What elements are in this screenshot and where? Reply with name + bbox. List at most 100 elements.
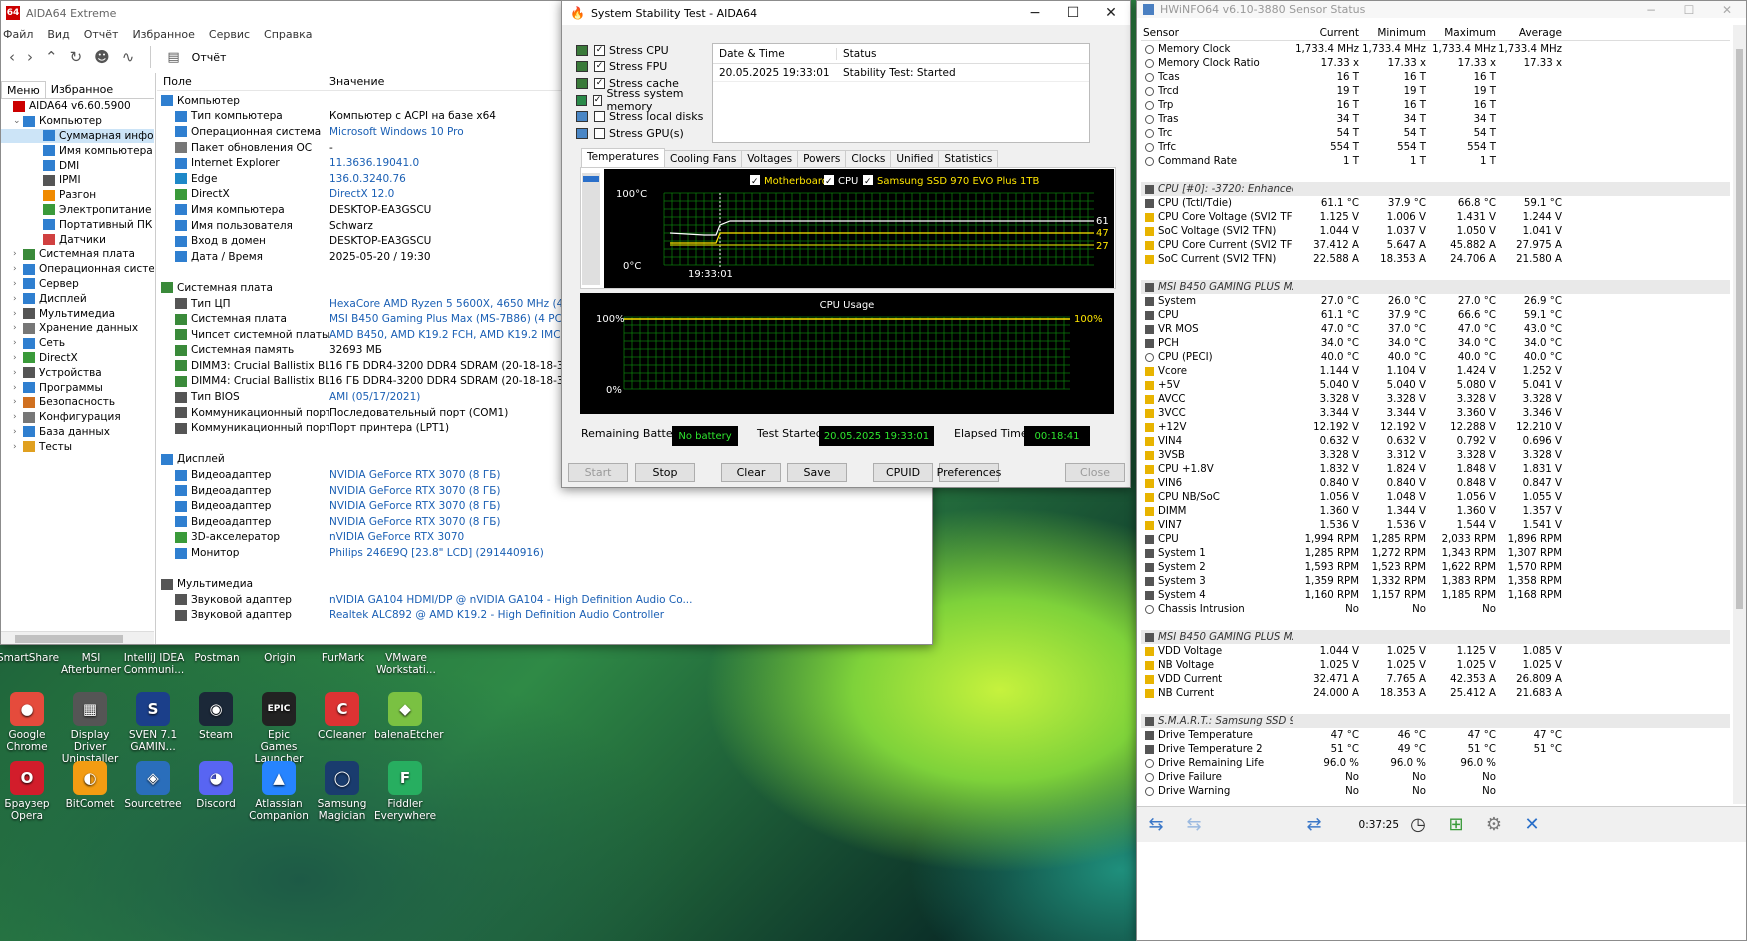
desktop-icon-label[interactable]: Postman <box>183 652 251 664</box>
desktop-shortcut[interactable]: ◈ Sourcetree <box>122 761 184 810</box>
sensor-row[interactable]: Command Rate 1 T 1 T 1 T <box>1141 154 1730 168</box>
close-window-button[interactable]: ✕ <box>1708 3 1746 17</box>
stress-option[interactable]: Stress local disks <box>576 108 716 125</box>
close-window-button[interactable]: ✕ <box>1092 5 1130 21</box>
graph-scroll-thumb[interactable] <box>583 176 599 182</box>
sensor-row[interactable]: Memory Clock Ratio 17.33 x 17.33 x 17.33 x 1… <box>1141 56 1730 70</box>
detail-row[interactable]: Видеоадаптер NVIDIA GeForce RTX 3070 (8 Г… <box>161 514 931 530</box>
menu-item[interactable]: Справка <box>264 28 312 41</box>
tree-expander-icon[interactable]: › <box>13 368 23 378</box>
sensor-row[interactable]: 3VCC 3.344 V 3.344 V 3.360 V 3.346 V <box>1141 406 1730 420</box>
menu-item[interactable]: Вид <box>47 28 69 41</box>
desktop-shortcut[interactable]: ◐ BitComet <box>59 761 121 810</box>
tree-item[interactable]: AIDA64 v6.60.5900 <box>1 99 154 114</box>
stress-checkbox[interactable]: ✓ <box>592 94 603 106</box>
sensor-row[interactable]: +12V 12.192 V 12.192 V 12.288 V 12.210 V <box>1141 420 1730 434</box>
tree-item[interactable]: Имя компьютера <box>1 143 154 158</box>
report-add-icon[interactable]: ⊞ <box>1437 810 1475 840</box>
minimize-button[interactable]: − <box>1632 3 1670 17</box>
sensor-row[interactable]: Vcore 1.144 V 1.104 V 1.424 V 1.252 V <box>1141 364 1730 378</box>
tab-temperatures[interactable]: Temperatures <box>581 148 665 167</box>
tree-expander-icon[interactable]: › <box>13 442 23 452</box>
up-icon[interactable]: ⌃ <box>45 48 58 66</box>
stress-option[interactable]: ✓ Stress system memory <box>576 87 716 113</box>
tree-item[interactable]: Электропитание <box>1 203 154 218</box>
sensor-row[interactable]: +5V 5.040 V 5.040 V 5.080 V 5.041 V <box>1141 378 1730 392</box>
sensor-row[interactable]: CPU 61.1 °C 37.9 °C 66.6 °C 59.1 °C <box>1141 308 1730 322</box>
detail-row[interactable]: Видеоадаптер NVIDIA GeForce RTX 3070 (8 Г… <box>161 498 931 514</box>
desktop-icon-label[interactable]: VMware Workstati... <box>372 652 440 676</box>
back-icon[interactable]: ‹ <box>9 48 15 66</box>
sensor-row[interactable]: Tras 34 T 34 T 34 T <box>1141 112 1730 126</box>
desktop-shortcut[interactable]: C CCleaner <box>311 692 373 741</box>
sensor-row[interactable]: SoC Current (SVI2 TFN) 22.588 A 18.353 A 24… <box>1141 252 1730 266</box>
tree-horizontal-scrollbar[interactable] <box>1 631 154 644</box>
sensor-row[interactable]: PCH 34.0 °C 34.0 °C 34.0 °C 34.0 °C <box>1141 336 1730 350</box>
tab-favorites[interactable]: Избранное <box>46 81 118 98</box>
sensor-row[interactable]: System 2 1,593 RPM 1,523 RPM 1,622 RPM 1,570… <box>1141 560 1730 574</box>
desktop-shortcut[interactable]: ▲ Atlassian Companion <box>248 761 310 822</box>
desktop-icon-label[interactable]: MSI Afterburner <box>57 652 125 676</box>
desktop-icon-label[interactable]: Origin <box>246 652 314 664</box>
stress-option[interactable]: Stress GPU(s) <box>576 125 716 142</box>
column-current[interactable]: Current <box>1293 27 1359 39</box>
sensor-row[interactable]: System 3 1,359 RPM 1,332 RPM 1,383 RPM 1,358… <box>1141 574 1730 588</box>
sensor-row[interactable]: System 1 1,285 RPM 1,272 RPM 1,343 RPM 1,307… <box>1141 546 1730 560</box>
sensor-row[interactable]: Trp 16 T 16 T 16 T <box>1141 98 1730 112</box>
tree-item[interactable]: › Хранение данных <box>1 321 154 336</box>
desktop-icon-label[interactable]: FurMark <box>309 652 377 664</box>
minimize-button[interactable]: − <box>1016 5 1054 21</box>
forward-icon[interactable]: › <box>27 48 33 66</box>
menu-item[interactable]: Отчёт <box>84 28 119 41</box>
log-header-time[interactable]: Date & Time <box>713 47 837 60</box>
graph-icon[interactable]: ∿ <box>122 48 135 66</box>
stress-checkbox[interactable] <box>594 127 605 139</box>
tree-expander-icon[interactable]: › <box>13 279 23 289</box>
sensor-group[interactable]: MSI B450 GAMING PLUS MAX ... <box>1141 630 1730 644</box>
desktop-shortcut[interactable]: ◆ balenaEtcher <box>374 692 444 741</box>
sensor-row[interactable]: CPU Core Voltage (SVI2 TFN) 1.125 V 1.006 … <box>1141 210 1730 224</box>
tree-item[interactable]: › Тесты <box>1 439 154 454</box>
tree-expander-icon[interactable]: › <box>13 309 23 319</box>
maximize-button[interactable]: ☐ <box>1054 5 1092 21</box>
cpuid-button[interactable]: CPUID <box>873 463 933 482</box>
sensor-row[interactable]: Chassis Intrusion No No No <box>1141 602 1730 616</box>
log-row[interactable]: 20.05.2025 19:33:01 Stability Test: Star… <box>713 64 1089 82</box>
stress-checkbox[interactable]: ✓ <box>594 61 605 73</box>
sensor-group[interactable]: MSI B450 GAMING PLUS MAX ... <box>1141 280 1730 294</box>
value-link[interactable]: Realtek ALC892 @ AMD K19.2 - High Defini… <box>329 609 931 621</box>
sensor-row[interactable]: NB Current 24.000 A 18.353 A 25.412 A 21.683… <box>1141 686 1730 700</box>
sensor-row[interactable]: System 27.0 °C 26.0 °C 27.0 °C 26.9 °C <box>1141 294 1730 308</box>
sensor-row[interactable]: CPU NB/SoC 1.056 V 1.048 V 1.056 V 1.055 V <box>1141 490 1730 504</box>
sensor-row[interactable]: Trcd 19 T 19 T 19 T <box>1141 84 1730 98</box>
tree-item[interactable]: › Системная плата <box>1 247 154 262</box>
detail-row[interactable]: 3D-акселератор nVIDIA GeForce RTX 3070 <box>161 530 931 546</box>
desktop-shortcut[interactable]: ▦ Display Driver Uninstaller <box>59 692 121 765</box>
preferences-button[interactable]: Preferences <box>937 463 1001 482</box>
stress-checkbox[interactable]: ✓ <box>594 77 605 89</box>
scrollbar-thumb[interactable] <box>15 635 123 643</box>
exit-icon[interactable]: ✕ <box>1513 810 1551 840</box>
scrollbar-thumb[interactable] <box>1736 49 1743 609</box>
expand-right-icon[interactable]: ⇆ <box>1175 810 1213 840</box>
report-icon[interactable]: ▤ <box>167 50 179 65</box>
sensor-row[interactable]: CPU (PECI) 40.0 °C 40.0 °C 40.0 °C 40.0 °C <box>1141 350 1730 364</box>
tree-item[interactable]: ⌄ Компьютер <box>1 114 154 129</box>
graph-scrollbar[interactable] <box>582 173 600 285</box>
sensor-row[interactable]: Drive Temperature 47 °C 46 °C 47 °C 47 °C <box>1141 728 1730 742</box>
stress-checkbox[interactable]: ✓ <box>594 44 605 56</box>
tree-item[interactable]: DMI <box>1 158 154 173</box>
sensor-row[interactable]: Tcas 16 T 16 T 16 T <box>1141 70 1730 84</box>
tree-expander-icon[interactable]: › <box>13 427 23 437</box>
column-sensor[interactable]: Sensor <box>1141 27 1293 39</box>
tree-item[interactable]: › Дисплей <box>1 291 154 306</box>
desktop-shortcut[interactable]: ◉ Steam <box>185 692 247 741</box>
tree-item[interactable]: › База данных <box>1 425 154 440</box>
stress-option[interactable]: ✓ Stress FPU <box>576 59 716 76</box>
sensor-row[interactable]: CPU Core Current (SVI2 TFN) 37.412 A 5.647… <box>1141 238 1730 252</box>
sensor-row[interactable]: Trfc 554 T 554 T 554 T <box>1141 140 1730 154</box>
sensor-row[interactable]: VR MOS 47.0 °C 37.0 °C 47.0 °C 43.0 °C <box>1141 322 1730 336</box>
clock-icon[interactable]: ◷ <box>1399 810 1437 840</box>
stop-button[interactable]: Stop <box>635 463 695 482</box>
tree-item[interactable]: › Сервер <box>1 277 154 292</box>
